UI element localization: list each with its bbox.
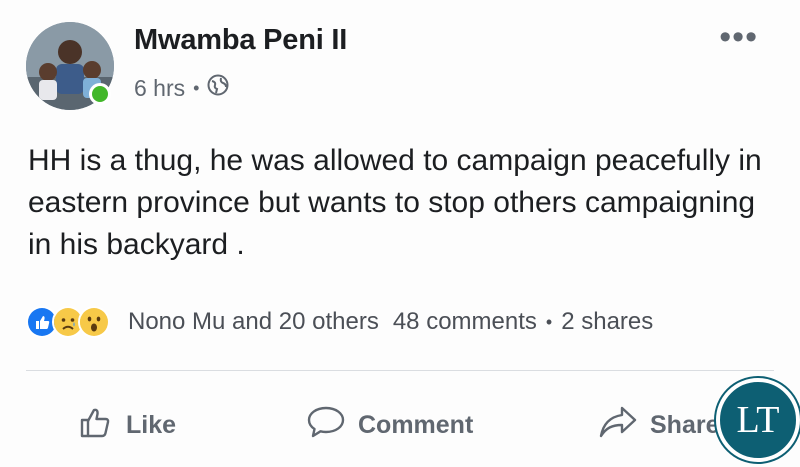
post-meta: 6 hrs •: [134, 74, 229, 102]
like-label: Like: [126, 411, 177, 439]
comment-button[interactable]: Comment: [306, 404, 473, 447]
comments-count[interactable]: 48 comments: [393, 308, 537, 336]
share-label: Share: [650, 411, 720, 439]
counts-separator: •: [545, 311, 553, 332]
shares-count[interactable]: 2 shares: [561, 308, 653, 336]
wow-reaction-icon: [78, 306, 110, 338]
globe-icon: [207, 74, 229, 102]
author-name[interactable]: Mwamba Peni II: [134, 24, 347, 57]
thumbs-up-icon: [78, 404, 126, 447]
reactions-summary-text[interactable]: Nono Mu and 20 others: [128, 308, 379, 336]
reaction-icons[interactable]: [26, 306, 110, 338]
lusaka-times-logo-watermark: LT: [716, 378, 800, 462]
comment-bubble-icon: [306, 404, 358, 447]
post-actions-bar: Like Comment Share: [0, 398, 800, 448]
svg-text:LT: LT: [737, 399, 780, 441]
post-timestamp[interactable]: 6 hrs: [134, 75, 185, 102]
post-options-button[interactable]: •••: [719, 20, 758, 54]
comment-label: Comment: [358, 411, 474, 439]
like-button[interactable]: Like: [78, 404, 176, 447]
online-status-indicator: [89, 83, 111, 105]
meta-separator: •: [193, 77, 200, 98]
reactions-summary-row: Nono Mu and 20 others 48 comments • 2 sh…: [26, 306, 653, 338]
share-arrow-icon: [598, 404, 650, 447]
facebook-post: Mwamba Peni II 6 hrs • ••• HH is a thug,…: [0, 0, 800, 467]
actions-divider: [26, 370, 774, 371]
post-text: HH is a thug, he was allowed to campaign…: [28, 144, 762, 261]
share-button[interactable]: Share: [598, 404, 719, 447]
